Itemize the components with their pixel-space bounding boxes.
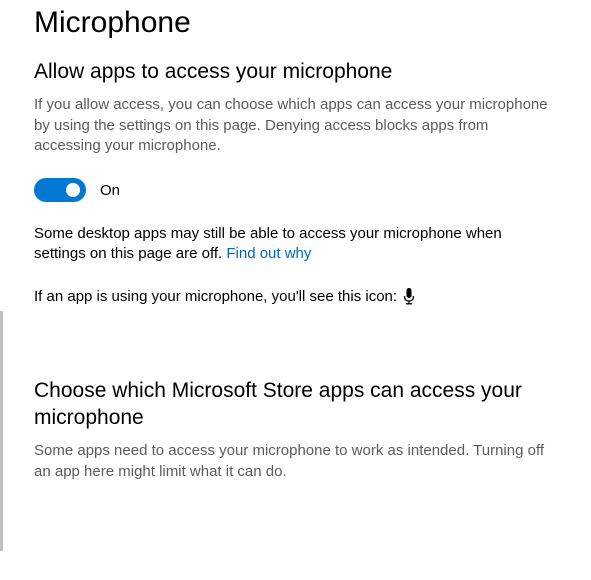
allow-access-toggle[interactable] bbox=[34, 178, 86, 202]
desktop-apps-note: Some desktop apps may still be able to a… bbox=[34, 224, 557, 265]
scroll-indicator[interactable] bbox=[0, 311, 3, 551]
section-allow-heading: Allow apps to access your microphone bbox=[34, 58, 557, 85]
microphone-icon bbox=[403, 288, 415, 305]
allow-toggle-row: On bbox=[34, 178, 557, 202]
toggle-state-label: On bbox=[100, 182, 120, 199]
find-out-why-link[interactable]: Find out why bbox=[226, 245, 311, 262]
icon-note-text: If an app is using your microphone, you'… bbox=[34, 287, 397, 307]
page-title: Microphone bbox=[34, 6, 557, 40]
section-choose-description: Some apps need to access your microphone… bbox=[34, 441, 557, 482]
toggle-knob bbox=[66, 183, 80, 197]
icon-in-use-note: If an app is using your microphone, you'… bbox=[34, 287, 557, 307]
section-choose-heading: Choose which Microsoft Store apps can ac… bbox=[34, 377, 557, 432]
section-allow-description: If you allow access, you can choose whic… bbox=[34, 95, 557, 156]
